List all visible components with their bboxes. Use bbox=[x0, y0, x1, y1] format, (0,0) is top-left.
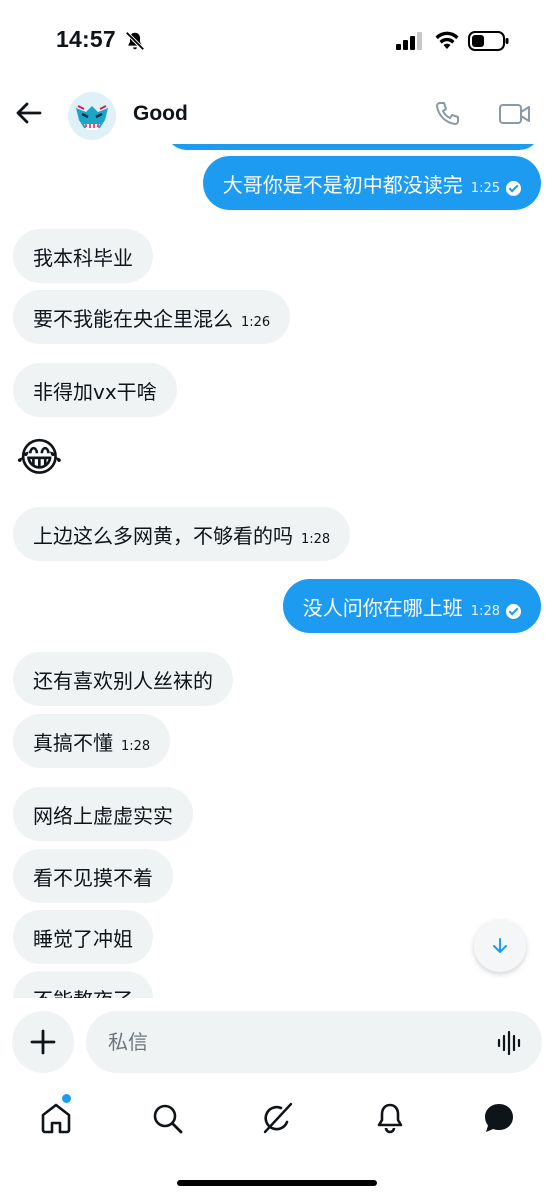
bell-slash-icon bbox=[125, 31, 145, 51]
message-time: 1:28 bbox=[301, 531, 331, 547]
beast-logo-icon bbox=[68, 92, 116, 140]
message-bubble-outgoing[interactable]: 大哥你是不是初中都没读完 1:25 bbox=[202, 156, 541, 210]
message-bubble-incoming[interactable]: 睡觉了冲姐 bbox=[13, 910, 153, 964]
message-text: 真搞不懂 bbox=[33, 730, 113, 755]
search-icon[interactable] bbox=[149, 1100, 185, 1136]
message-time: 1:26 bbox=[241, 314, 271, 330]
status-bar: 14:57 bbox=[0, 0, 554, 80]
message-bubble-incoming[interactable]: 还有喜欢别人丝袜的 bbox=[13, 652, 233, 706]
partial-message-bubble bbox=[165, 144, 541, 150]
message-text: 看不见摸不着 bbox=[33, 865, 153, 890]
message-list[interactable]: 大哥你是不是初中都没读完 1:25 我本科毕业 要不我能在央企里混么 1:26 … bbox=[0, 144, 554, 998]
message-bubble-incoming[interactable]: 真搞不懂 1:28 bbox=[13, 714, 171, 768]
message-bubble-incoming[interactable]: 看不见摸不着 bbox=[13, 849, 173, 903]
message-text: 我本科毕业 bbox=[33, 245, 133, 270]
status-time: 14:57 bbox=[56, 26, 116, 52]
message-time: 1:25 bbox=[470, 180, 500, 196]
arrow-down-icon bbox=[493, 938, 507, 953]
back-arrow-icon[interactable] bbox=[14, 98, 44, 128]
message-bubble-outgoing[interactable]: 没人问你在哪上班 1:28 bbox=[282, 579, 541, 633]
message-bubble-incoming[interactable]: 网络上虚虚实实 bbox=[13, 787, 193, 841]
message-input[interactable] bbox=[86, 1011, 542, 1073]
message-bubble-incoming[interactable]: 非得加vx干啥 bbox=[13, 363, 177, 417]
bell-icon[interactable] bbox=[372, 1100, 408, 1136]
message-text: 上边这么多网黄，不够看的吗 bbox=[33, 523, 293, 548]
wifi-icon bbox=[435, 31, 459, 49]
message-text: 没人问你在哪上班 bbox=[302, 595, 463, 620]
message-text: 不能熬夜了 bbox=[33, 984, 133, 999]
messages-icon[interactable] bbox=[481, 1100, 517, 1136]
bottom-navigation bbox=[0, 1090, 554, 1150]
message-bubble-incoming[interactable]: 不能熬夜了 bbox=[13, 971, 153, 998]
message-time: 1:28 bbox=[121, 738, 151, 754]
avatar[interactable] bbox=[68, 92, 116, 140]
message-composer bbox=[0, 1008, 554, 1076]
message-bubble-incoming[interactable]: 要不我能在央企里混么 1:26 bbox=[13, 290, 291, 344]
voice-waveform-icon[interactable] bbox=[496, 1030, 524, 1056]
chat-header: Good bbox=[0, 84, 554, 144]
cellular-signal-icon bbox=[396, 32, 422, 50]
scroll-to-bottom-button[interactable] bbox=[474, 920, 526, 972]
phone-icon[interactable] bbox=[432, 99, 462, 129]
emoji-message[interactable]: 😂 bbox=[16, 434, 63, 482]
chat-title[interactable]: Good bbox=[133, 102, 188, 126]
video-camera-icon[interactable] bbox=[498, 99, 532, 129]
battery-icon bbox=[468, 31, 509, 51]
notification-dot bbox=[62, 1094, 71, 1103]
message-text: 大哥你是不是初中都没读完 bbox=[222, 172, 463, 197]
message-text: 要不我能在央企里混么 bbox=[33, 306, 233, 331]
plus-icon bbox=[30, 1029, 56, 1055]
add-attachment-button[interactable] bbox=[12, 1011, 74, 1073]
message-bubble-incoming[interactable]: 上边这么多网黄，不够看的吗 1:28 bbox=[13, 507, 351, 561]
message-bubble-incoming[interactable]: 我本科毕业 bbox=[13, 229, 153, 283]
message-time: 1:28 bbox=[470, 603, 500, 619]
read-receipt-icon bbox=[506, 603, 521, 619]
home-indicator bbox=[177, 1180, 377, 1186]
grok-icon[interactable] bbox=[259, 1100, 295, 1136]
message-text: 还有喜欢别人丝袜的 bbox=[33, 668, 213, 693]
message-text: 非得加vx干啥 bbox=[33, 379, 157, 404]
home-icon[interactable] bbox=[38, 1100, 74, 1136]
message-text: 睡觉了冲姐 bbox=[33, 926, 133, 951]
read-receipt-icon bbox=[506, 180, 521, 196]
message-text: 网络上虚虚实实 bbox=[33, 803, 173, 828]
